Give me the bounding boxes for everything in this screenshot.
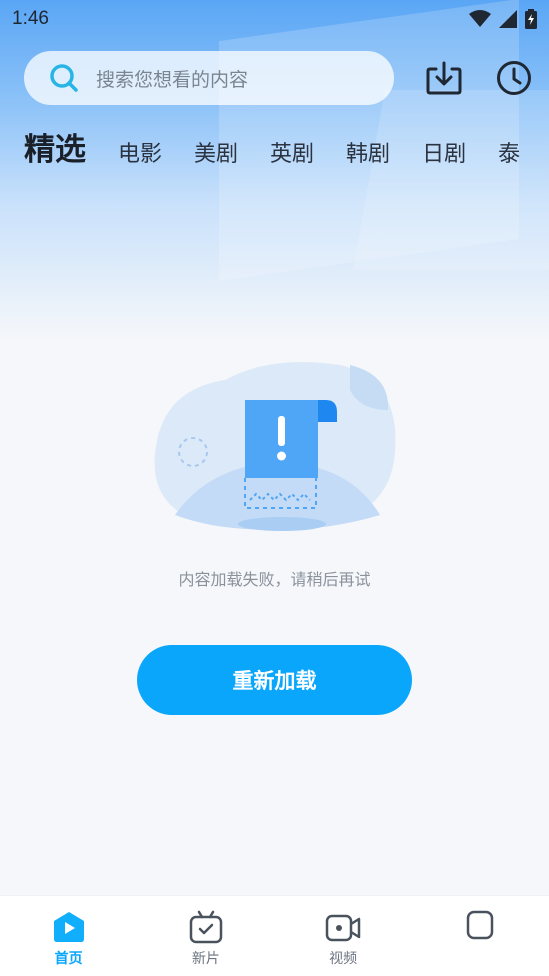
- history-button[interactable]: [494, 58, 534, 98]
- search-placeholder: 搜索您想看的内容: [96, 68, 249, 91]
- status-time: 1:46: [12, 8, 49, 29]
- download-button[interactable]: [424, 58, 464, 98]
- new-release-tv-icon: [189, 910, 223, 944]
- nav-label-home: 首页: [54, 951, 83, 967]
- category-tabs: 精选 电影 美剧 英剧 韩剧 日剧 泰: [24, 124, 549, 170]
- home-play-icon: [53, 912, 84, 942]
- signal-icon: [499, 10, 517, 28]
- nav-item-video[interactable]: 视频: [275, 896, 412, 976]
- nav-label-new: 新片: [191, 951, 220, 967]
- search-icon: [50, 64, 78, 92]
- empty-state-message: 内容加载失败，请稍后再试: [178, 570, 371, 589]
- tab-us-series[interactable]: 美剧: [194, 140, 238, 170]
- load-error-illustration: [150, 360, 400, 540]
- status-bar: 1:46: [0, 0, 549, 38]
- nav-item-new[interactable]: 新片: [137, 896, 274, 976]
- tab-thai-series[interactable]: 泰: [498, 140, 520, 170]
- profile-square-icon: [467, 910, 494, 940]
- video-camera-icon: [325, 914, 361, 942]
- bottom-nav: 首页 新片 视频: [0, 895, 549, 976]
- wifi-icon: [469, 10, 491, 27]
- download-icon: [426, 61, 462, 95]
- nav-item-home[interactable]: 首页: [0, 896, 137, 976]
- nav-label-video: 视频: [329, 951, 358, 967]
- tab-japanese-series[interactable]: 日剧: [422, 140, 466, 170]
- tab-korean-series[interactable]: 韩剧: [346, 140, 390, 170]
- tab-uk-series[interactable]: 英剧: [270, 140, 314, 170]
- history-clock-icon: [497, 61, 532, 95]
- nav-item-profile[interactable]: [412, 896, 549, 976]
- search-input[interactable]: 搜索您想看的内容: [24, 51, 395, 105]
- load-error-flag-icon: [154, 362, 396, 531]
- search-row: 搜索您想看的内容: [24, 50, 534, 106]
- battery-charging-icon: [525, 9, 537, 29]
- tab-movies[interactable]: 电影: [118, 140, 162, 170]
- tab-featured[interactable]: 精选: [24, 130, 86, 170]
- reload-button[interactable]: 重新加载: [137, 645, 412, 715]
